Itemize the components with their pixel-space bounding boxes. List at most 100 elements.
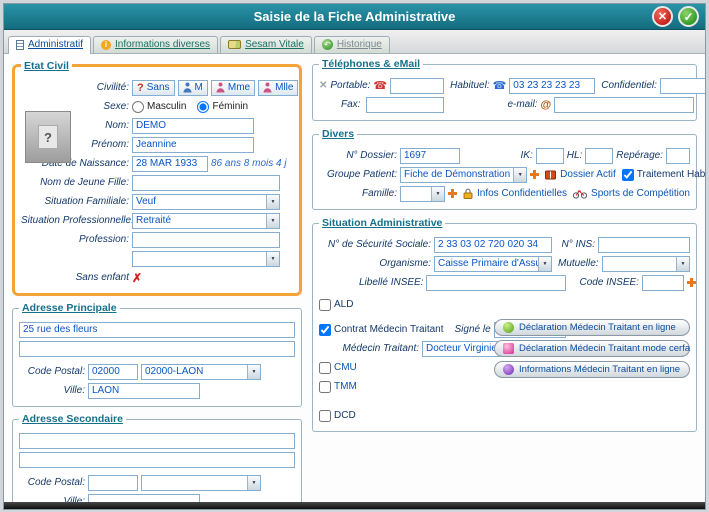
confirm-button[interactable] — [678, 6, 699, 27]
civilite-label: Civilité: — [21, 82, 129, 93]
profession-extra-select[interactable] — [132, 251, 280, 267]
chevron-down-icon — [513, 168, 526, 182]
patient-photo-placeholder[interactable] — [25, 111, 71, 163]
mobile-phone-icon[interactable] — [373, 79, 387, 92]
cmu-checkbox[interactable] — [319, 362, 331, 374]
phone-icon[interactable] — [493, 79, 507, 92]
confidentiel-input[interactable] — [660, 78, 705, 94]
num-dossier-input[interactable] — [400, 148, 460, 164]
portable-label: Portable: — [330, 80, 370, 91]
groupe-patient-select[interactable]: Fiche de Démonstration — [400, 167, 527, 183]
adresse2-ligne2-input[interactable] — [19, 452, 295, 468]
portable-input[interactable] — [390, 78, 444, 94]
sexe-masculin-radio[interactable] — [132, 101, 144, 113]
mutuelle-select[interactable] — [602, 256, 690, 272]
add-insee-icon[interactable] — [687, 278, 696, 287]
section-title: Situation Administrative — [319, 217, 445, 229]
ville-label: Ville: — [19, 496, 85, 502]
ins-input[interactable] — [598, 237, 690, 253]
nom-input[interactable] — [132, 118, 254, 134]
libelle-insee-input[interactable] — [426, 275, 566, 291]
dossier-actif-item[interactable]: Dossier Actif — [545, 169, 616, 180]
infos-confidentielles-item[interactable]: Infos Confidentielles — [463, 188, 567, 199]
add-groupe-icon[interactable] — [530, 170, 539, 179]
informations-medecin-en-ligne-button[interactable]: Informations Médecin Traitant en ligne — [494, 361, 690, 378]
adresse1-ligne1-input[interactable] — [19, 322, 295, 338]
famille-select[interactable] — [400, 186, 445, 202]
tab-informations-diverses[interactable]: Informations diverses — [93, 36, 218, 53]
situation-familiale-select[interactable]: Veuf — [132, 194, 280, 210]
declaration-medecin-en-ligne-button[interactable]: Déclaration Médecin Traitant en ligne — [494, 319, 690, 336]
civilite-mme-button[interactable]: Mme — [211, 80, 255, 96]
secu-input[interactable] — [434, 237, 552, 253]
tab-historique[interactable]: Historique — [314, 36, 390, 53]
ald-checkbox[interactable] — [319, 299, 331, 311]
organisme-select[interactable]: Caisse Primaire d'Assur — [434, 256, 552, 272]
habituel-input[interactable] — [509, 78, 595, 94]
dcd-checkbox[interactable] — [319, 410, 331, 422]
telephones-section: Téléphones & eMail Portable: Habituel: C… — [312, 64, 697, 121]
nom-jeune-fille-input[interactable] — [132, 175, 280, 191]
signe-le-label: Signé le — [455, 324, 491, 335]
reperage-input[interactable] — [666, 148, 690, 164]
hl-input[interactable] — [585, 148, 613, 164]
traitement-habituel-checkbox[interactable] — [622, 169, 634, 181]
commune-select[interactable]: 02000-LAON — [141, 364, 261, 380]
organisme-label: Organisme: — [319, 258, 431, 269]
adresse1-ligne2-input[interactable] — [19, 341, 295, 357]
window: Saisie de la Fiche Administrative Admini… — [3, 3, 706, 510]
email-label: e-mail: — [507, 99, 537, 110]
famille-label: Famille: — [319, 188, 397, 199]
ik-input[interactable] — [536, 148, 564, 164]
commune2-select[interactable] — [141, 475, 261, 491]
hl-label: HL: — [567, 150, 583, 161]
green-globe-icon — [503, 322, 514, 333]
sexe-feminin-radio[interactable] — [197, 101, 209, 113]
cancel-button[interactable] — [652, 6, 673, 27]
civilite-m-button[interactable]: M — [178, 80, 208, 96]
contrat-medecin-traitant-checkbox[interactable] — [319, 324, 331, 336]
sports-competition-item[interactable]: Sports de Compétition — [573, 188, 690, 199]
profession-input[interactable] — [132, 232, 280, 248]
photo-question-icon — [38, 125, 58, 149]
clear-phone-icon[interactable] — [319, 80, 327, 91]
mutuelle-label: Mutuelle: — [558, 258, 599, 269]
section-title: Etat Civil — [21, 60, 72, 72]
fax-input[interactable] — [366, 97, 444, 113]
situation-administrative-section: Situation Administrative N° de Sécurité … — [312, 223, 697, 432]
profession-label: Profession: — [21, 234, 129, 245]
civilite-mlle-button[interactable]: Mlle — [258, 80, 298, 96]
situation-professionnelle-select[interactable]: Retraité — [132, 213, 280, 229]
sans-enfant-cross-icon[interactable] — [132, 271, 142, 285]
ins-label: N° INS: — [562, 239, 595, 250]
code-postal-input[interactable] — [88, 364, 138, 380]
code-postal-label: Code Postal: — [19, 366, 85, 377]
code-insee-input[interactable] — [642, 275, 684, 291]
tmm-checkbox[interactable] — [319, 381, 331, 393]
add-famille-icon[interactable] — [448, 189, 457, 198]
date-naissance-input[interactable] — [132, 156, 208, 172]
book-icon — [545, 170, 556, 180]
section-title: Divers — [319, 128, 357, 140]
declaration-medecin-cerfa-button[interactable]: Déclaration Médecin Traitant mode cerfa — [494, 340, 690, 357]
section-title: Adresse Principale — [19, 302, 120, 314]
tab-administratif[interactable]: Administratif — [8, 36, 91, 54]
situation-professionnelle-label: Situation Professionnelle: — [21, 215, 129, 226]
civilite-sans-button[interactable]: Sans — [132, 80, 175, 96]
chevron-down-icon — [266, 214, 279, 228]
ville-input[interactable] — [88, 383, 200, 399]
tab-sesam-vitale[interactable]: Sesam Vitale — [220, 36, 312, 53]
chevron-down-icon — [266, 252, 279, 266]
window-title: Saisie de la Fiche Administrative — [254, 9, 456, 24]
person-male-icon — [183, 82, 192, 93]
code-postal2-input[interactable] — [88, 475, 138, 491]
email-input[interactable] — [554, 97, 694, 113]
at-icon — [540, 99, 551, 111]
history-icon — [322, 39, 333, 50]
medecin-traitant-label: Médecin Traitant: — [319, 343, 419, 354]
adresse2-ligne1-input[interactable] — [19, 433, 295, 449]
prenom-input[interactable] — [132, 137, 254, 153]
divers-section: Divers N° Dossier: IK: HL: Repérage: Gro… — [312, 134, 697, 210]
ville2-input[interactable] — [88, 494, 200, 503]
window-bottom-edge — [4, 502, 705, 509]
